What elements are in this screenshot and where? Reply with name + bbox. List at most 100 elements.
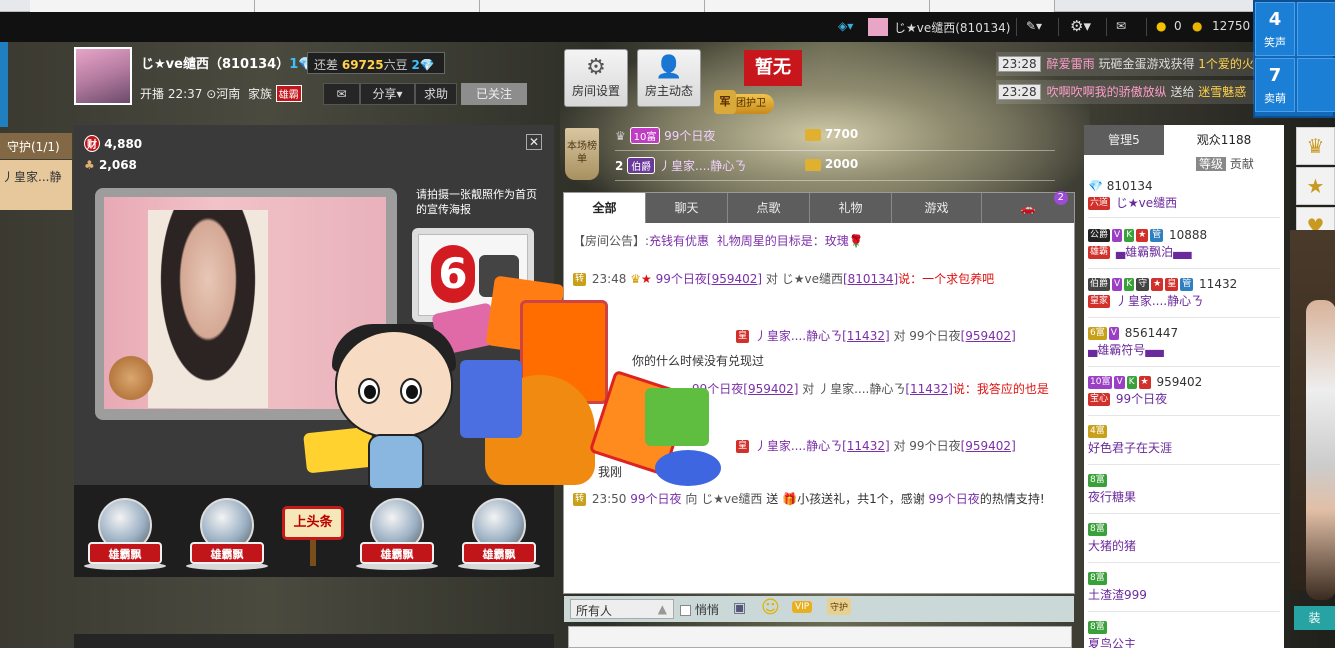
share-button[interactable]: 分享▾: [360, 83, 415, 105]
fan-badge[interactable]: 雄霸飘: [80, 496, 170, 576]
host-avatar[interactable]: [74, 47, 132, 105]
user-row[interactable]: 6富 V 8561447 ▄雄霸符号▄▄: [1088, 325, 1280, 367]
gold-icon: ●: [1192, 19, 1203, 33]
team-guard-badge[interactable]: 军团护卫: [714, 90, 774, 114]
user-row[interactable]: 公爵 V K ★ 管 10888 雄霸 ▄雄霸飘泊▄▄: [1088, 227, 1280, 269]
fan-badge[interactable]: 雄霸飘: [182, 496, 272, 576]
star-icon[interactable]: ★: [1296, 167, 1335, 205]
ticker-item[interactable]: 23:28 吹啊吹啊我的骄傲放纵 送给 迷雪魅惑: [996, 80, 1254, 104]
location-icon: ⊙: [206, 87, 217, 101]
user-avatar[interactable]: [868, 18, 888, 36]
rank-row[interactable]: 2 伯爵 丿皇家....静心ㄋ 2000: [615, 157, 1055, 181]
poster-upload-button[interactable]: 6: [412, 228, 534, 322]
cartoon-body: [368, 434, 424, 490]
user-row[interactable]: 8富 夏鸟公主: [1088, 619, 1280, 648]
gold-icon: [805, 128, 821, 141]
help-button[interactable]: 求助: [415, 83, 457, 105]
tab-admin[interactable]: 管理5: [1084, 125, 1164, 155]
chat-message: 转 23:48 ♛★ 99个日夜[959402] 对 じ★ve缱西[810134…: [573, 272, 995, 286]
gift-message: 转 23:50 99个日夜 向 じ★ve缱西 送 🎁小孩送礼，共1个，感谢 99…: [573, 492, 1045, 506]
browser-tab[interactable]: [930, 0, 1055, 12]
follow-button[interactable]: 已关注: [461, 83, 527, 105]
person-icon: 👤: [655, 55, 683, 80]
crown-icon: ♛: [630, 272, 642, 286]
rank-tag[interactable]: 本场榜单: [565, 128, 599, 180]
browser-tab[interactable]: [480, 0, 705, 12]
gold-count: 12750: [1212, 19, 1251, 33]
browser-tab-strip: [0, 0, 1255, 12]
headline-pole: [310, 540, 316, 566]
gear-icon: ⚙: [586, 55, 606, 80]
chat-message: 皇 丿皇家....静心ㄋ[11432] 对 99个日夜[959402]: [736, 329, 1016, 343]
browser-tab[interactable]: [705, 0, 930, 12]
fan-badge[interactable]: 雄霸飘: [352, 496, 442, 576]
tab-game[interactable]: 游戏: [892, 193, 982, 223]
host-name[interactable]: じ★ve缱西（810134）1💎: [141, 53, 314, 72]
gold-icon: [805, 158, 821, 171]
room-notice: 【房间公告】:充钱有优惠 礼物周星的目标是：玫瑰🌹: [573, 234, 864, 248]
headline-button[interactable]: 上头条: [282, 506, 344, 540]
chat-message: 皇 丿皇家....静心ㄋ[11432] 对 99个日夜[959402]: [736, 439, 1016, 453]
image-icon[interactable]: ▣: [733, 600, 746, 616]
ticker-item[interactable]: 23:28 醉爱雷雨 玩砸金蛋游戏获得 1个爱的火: [996, 52, 1254, 76]
tile-extra[interactable]: [1297, 58, 1335, 112]
user-list-tabs: 管理5 观众1188: [1084, 125, 1284, 155]
tab-car[interactable]: 🚗 2: [982, 191, 1074, 223]
top-username[interactable]: じ★ve缱西(810134): [894, 19, 1010, 36]
emoji-icon[interactable]: ☺: [761, 597, 780, 618]
tab-song[interactable]: 点歌: [728, 193, 810, 223]
user-row[interactable]: 8富 大猪的猪: [1088, 521, 1280, 563]
guard-slot[interactable]: 暂无: [744, 50, 802, 86]
car-icon: 🚗: [1020, 201, 1036, 215]
guard-header[interactable]: 守护(1/1): [0, 133, 72, 159]
user-row[interactable]: 伯爵 V K 守 ★ 皇管 11432 皇家 丿皇家....静心ㄋ: [1088, 276, 1280, 318]
sort-toggle[interactable]: 等级 贡献: [1196, 155, 1254, 172]
site-top-bar: ◈▾ じ★ve缱西(810134) ✎▾ ⚙▾ ✉ ● 0 ● 12750: [0, 12, 1255, 42]
close-icon[interactable]: ✕: [526, 134, 542, 150]
tab-chat[interactable]: 聊天: [646, 193, 728, 223]
mail-icon: ✉: [336, 87, 347, 101]
six-logo-icon: 6: [431, 245, 475, 303]
emoji-tiles: 4 笑声 7 卖萌: [1253, 0, 1335, 118]
left-edge-tab[interactable]: [0, 42, 8, 127]
cartoon-eye: [400, 378, 422, 404]
tile-cute[interactable]: 7 卖萌: [1255, 58, 1295, 112]
recipient-select[interactable]: 所有人 ▲: [570, 599, 674, 619]
user-row[interactable]: 4富 好色君子在天涯: [1088, 423, 1280, 465]
fan-badge[interactable]: 雄霸飘: [454, 496, 544, 576]
whisper-toggle[interactable]: 悄悄: [680, 601, 719, 618]
user-row[interactable]: 8富 夜行糖果: [1088, 472, 1280, 514]
crown-icon[interactable]: ♛: [1296, 127, 1335, 165]
cartoon-eye: [358, 378, 380, 404]
rank-row[interactable]: ♛ 10富 99个日夜 7700: [615, 127, 1055, 151]
browser-tab[interactable]: [30, 0, 255, 12]
gear-icon[interactable]: ⚙▾: [1070, 17, 1091, 35]
guard-item[interactable]: 丿皇家...静: [0, 160, 72, 210]
camera-icon: [479, 255, 519, 297]
chat-input[interactable]: [568, 626, 1072, 648]
mail-icon[interactable]: ✉: [1116, 19, 1126, 33]
guard-emoji-icon[interactable]: 守护: [827, 598, 852, 615]
coin-count: 0: [1174, 19, 1182, 33]
message-button[interactable]: ✉: [323, 83, 360, 105]
host-dynamics-button[interactable]: 👤 房主动态: [637, 49, 701, 107]
trophy-icon: ♛: [615, 129, 626, 143]
broadcast-ticker: 23:28 醉爱雷雨 玩砸金蛋游戏获得 1个爱的火 23:28 吹啊吹啊我的骄傲放纵…: [996, 52, 1254, 108]
edit-icon[interactable]: ✎▾: [1026, 19, 1042, 33]
vip-icon[interactable]: VIP: [792, 601, 813, 613]
tab-all[interactable]: 全部: [564, 193, 646, 223]
dress-up-button[interactable]: 装: [1294, 606, 1335, 630]
browser-tab[interactable]: [255, 0, 480, 12]
tile-extra[interactable]: [1297, 2, 1335, 56]
tab-gift[interactable]: 礼物: [810, 193, 892, 223]
shield-icon[interactable]: ◈▾: [838, 19, 853, 33]
user-row[interactable]: 💎 810134 六道 じ★ve缱西: [1088, 178, 1280, 218]
user-row[interactable]: 10富 V K ★ 959402 宝心 99个日夜: [1088, 374, 1280, 416]
chat-message: 99个日夜[959402] 对 丿皇家....静心ㄋ[11432]说：我答应的也…: [692, 382, 1049, 396]
user-row[interactable]: 8富 土渣渣999: [1088, 570, 1280, 612]
tab-audience[interactable]: 观众1188: [1164, 125, 1284, 155]
tile-laugh[interactable]: 4 笑声: [1255, 2, 1295, 56]
room-settings-button[interactable]: ⚙ 房间设置: [564, 49, 628, 107]
avatar-figure: [1306, 300, 1335, 600]
chat-tabs: 全部 聊天 点歌 礼物 游戏 🚗 2: [564, 191, 1074, 223]
